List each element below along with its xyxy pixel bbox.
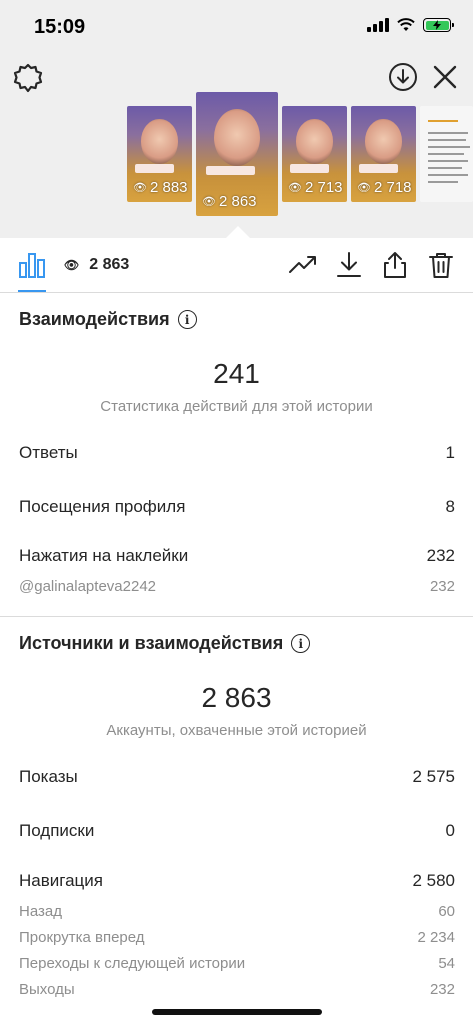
cellular-signal-icon xyxy=(367,18,389,32)
story-thumbnails: 👁 2 883 👁 2 863 👁 2 713 👁 2 718 xyxy=(0,92,473,217)
discovery-total: 2 863 xyxy=(201,682,272,713)
stat-subrow-exits: Выходы 232 xyxy=(19,981,455,998)
stat-subrow-back: Назад 60 xyxy=(19,903,455,920)
story-thumbnail[interactable]: 👁 2 718 xyxy=(351,106,416,202)
bar-chart-icon[interactable] xyxy=(18,251,46,279)
battery-icon xyxy=(423,18,454,32)
home-indicator[interactable] xyxy=(152,1009,322,1015)
interactions-total: 241 xyxy=(213,358,260,389)
views-count: 👁 2 863 xyxy=(64,256,130,273)
eye-icon: 👁 xyxy=(288,182,302,194)
insights-toolbar: 👁 2 863 xyxy=(0,238,473,293)
info-icon[interactable]: i xyxy=(291,634,311,653)
story-thumbnail-selected[interactable]: 👁 2 863 xyxy=(196,92,278,216)
stat-row-follows: Подписки 0 xyxy=(19,821,455,840)
download-circle-icon[interactable] xyxy=(388,62,418,92)
story-thumbnail[interactable] xyxy=(420,106,473,202)
status-icons xyxy=(367,18,454,32)
stat-row-navigation: Навигация 2 580 xyxy=(19,871,455,890)
share-icon[interactable] xyxy=(380,250,410,280)
info-icon[interactable]: i xyxy=(177,310,197,329)
stat-subrow-mention: @galinalapteva2242 232 xyxy=(19,578,455,595)
settings-gear-icon[interactable] xyxy=(12,62,44,94)
stat-row-replies: Ответы 1 xyxy=(19,443,455,462)
trash-icon[interactable] xyxy=(426,250,456,280)
interactions-caption: Статистика действий для этой истории xyxy=(100,398,373,415)
discovery-caption: Аккаунты, охваченные этой историей xyxy=(106,722,367,739)
story-thumbnail[interactable]: 👁 2 713 xyxy=(282,106,347,202)
selected-story-pointer xyxy=(226,226,250,238)
interactions-section-title: Взаимодействия i xyxy=(19,309,197,330)
eye-icon: 👁 xyxy=(133,182,147,194)
close-icon[interactable] xyxy=(432,64,458,90)
stat-subrow-forward: Прокрутка вперед 2 234 xyxy=(19,929,455,946)
eye-icon: 👁 xyxy=(357,182,371,194)
story-thumbnail[interactable]: 👁 2 883 xyxy=(127,106,192,202)
eye-icon: 👁 xyxy=(202,196,216,208)
story-preview-area: 15:09 👁 2 883 👁 2 863 👁 2 713 👁 2 718 xyxy=(0,0,473,238)
download-icon[interactable] xyxy=(334,250,364,280)
status-time: 15:09 xyxy=(34,16,86,38)
stat-row-sticker-taps: Нажатия на наклейки 232 xyxy=(19,546,455,565)
stat-row-impressions: Показы 2 575 xyxy=(19,767,455,786)
trending-up-icon[interactable] xyxy=(288,250,318,280)
active-tab-indicator xyxy=(18,290,46,292)
section-divider xyxy=(0,616,473,617)
stat-row-profile-visits: Посещения профиля 8 xyxy=(19,497,455,516)
discovery-section-title: Источники и взаимодействия i xyxy=(19,633,311,654)
eye-icon: 👁 xyxy=(64,258,80,272)
wifi-icon xyxy=(397,18,415,31)
stat-subrow-next-story: Переходы к следующей истории 54 xyxy=(19,955,455,972)
